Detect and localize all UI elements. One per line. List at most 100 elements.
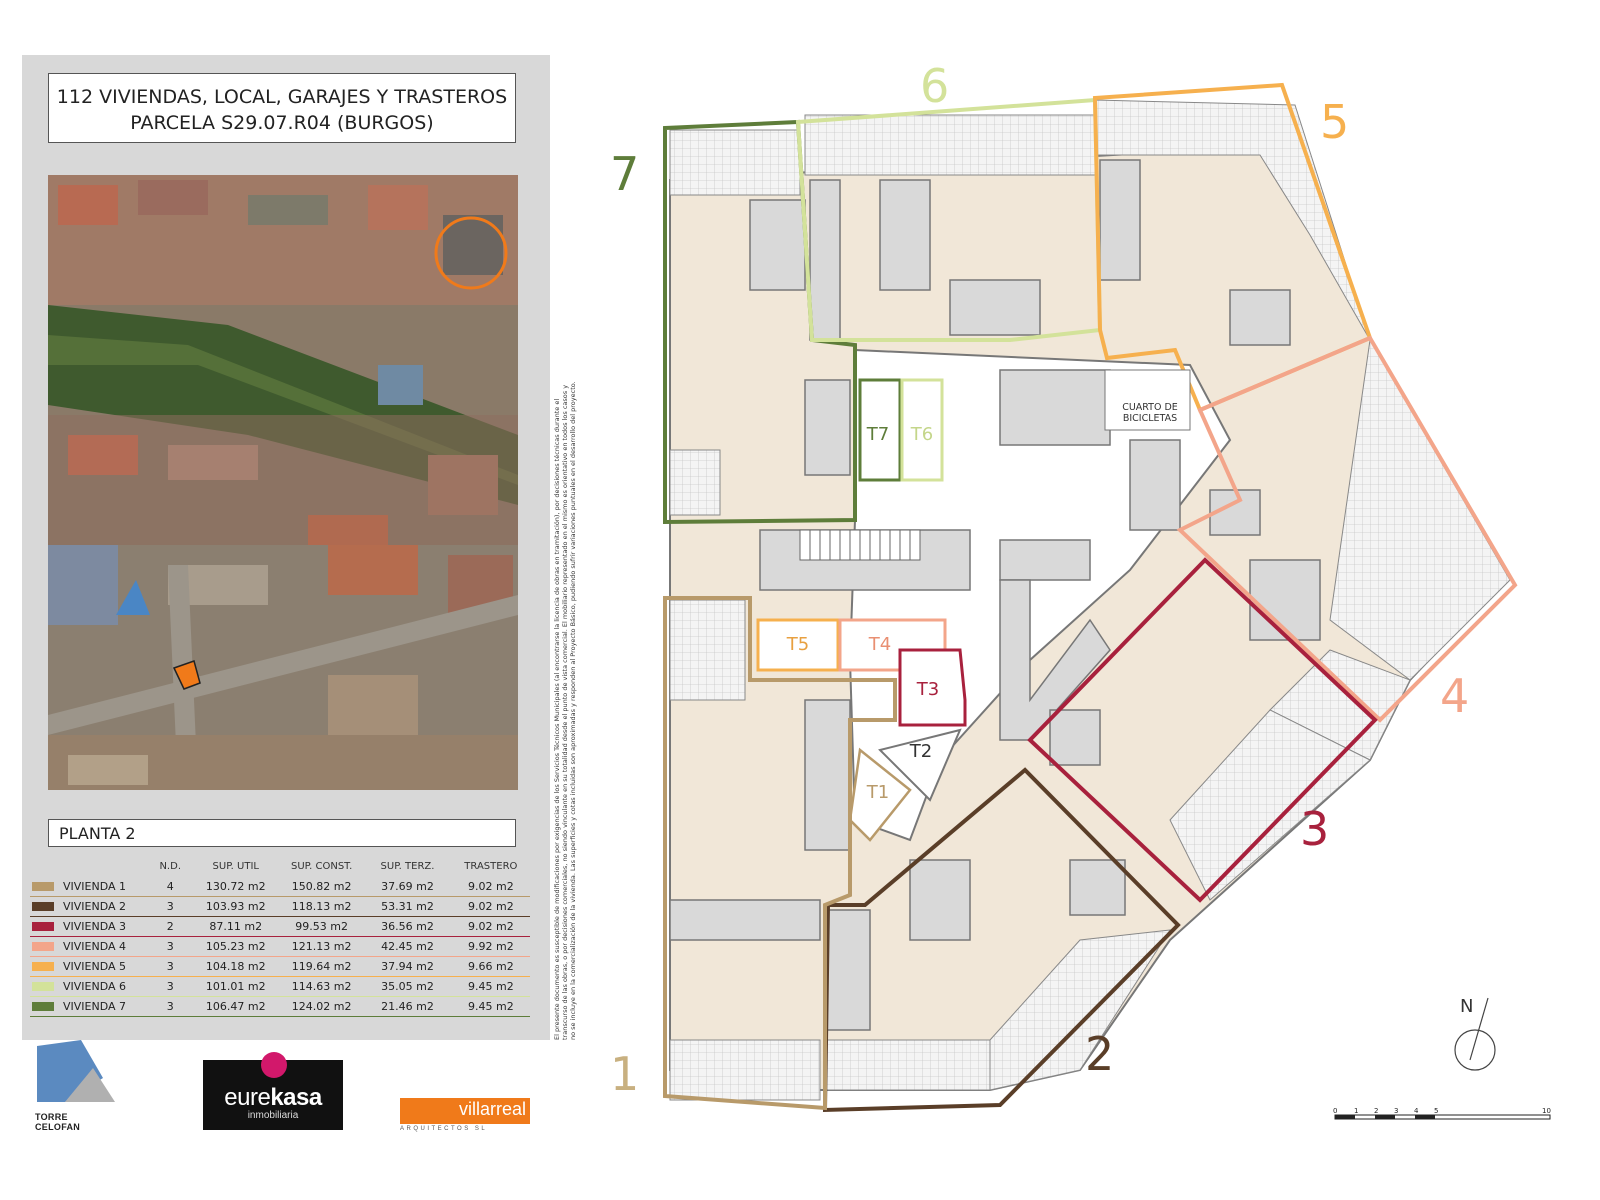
header-util: SUP. UTIL bbox=[212, 860, 259, 872]
unit-nd: 4 bbox=[148, 877, 192, 897]
villarreal-brand: villarreal bbox=[458, 1099, 526, 1119]
unit-trastero: 9.02 m2 bbox=[451, 896, 530, 917]
villarreal-logo: villarreal ARQUITECTOS SL bbox=[400, 1098, 530, 1132]
unit-name-text: VIVIENDA 7 bbox=[63, 1000, 127, 1013]
unit-number-7: 7 bbox=[610, 147, 639, 201]
scale-tick-4: 4 bbox=[1414, 1107, 1419, 1115]
unit-name: VIVIENDA 7 bbox=[30, 996, 149, 1017]
header-const: SUP. CONST. bbox=[290, 860, 353, 872]
unit-terz: 37.94 m2 bbox=[363, 956, 452, 977]
unit-util: 101.01 m2 bbox=[191, 976, 280, 997]
units-table: N.D. SUP. UTIL SUP. CONST. SUP. TERZ. TR… bbox=[30, 855, 530, 1017]
title-box: 112 VIVIENDAS, LOCAL, GARAJES Y TRASTERO… bbox=[48, 73, 516, 143]
title-line-1: 112 VIVIENDAS, LOCAL, GARAJES Y TRASTERO… bbox=[56, 86, 508, 108]
storage-label-t2: T2 bbox=[909, 741, 932, 762]
unit-number-5: 5 bbox=[1320, 95, 1349, 149]
unit-util: 87.11 m2 bbox=[191, 916, 280, 937]
storage-label-t1: T1 bbox=[866, 782, 889, 803]
unit-number-4: 4 bbox=[1440, 669, 1469, 723]
unit-util: 105.23 m2 bbox=[191, 936, 280, 957]
unit-name: VIVIENDA 5 bbox=[30, 956, 149, 977]
unit-nd: 3 bbox=[148, 896, 192, 917]
unit-row: VIVIENDA 5 3 104.18 m2 119.64 m2 37.94 m2 9.6… bbox=[30, 956, 530, 977]
unit-terz: 21.46 m2 bbox=[363, 996, 452, 1017]
unit-color-swatch bbox=[32, 942, 54, 951]
eurekasa-logo: eurekasa inmobiliaria bbox=[203, 1052, 343, 1130]
unit-const: 119.64 m2 bbox=[279, 956, 364, 977]
eurekasa-brand-b: kasa bbox=[270, 1084, 322, 1111]
storage-label-t7: T7 bbox=[866, 424, 889, 445]
unit-terz: 37.69 m2 bbox=[363, 877, 452, 897]
unit-name-text: VIVIENDA 6 bbox=[63, 980, 127, 993]
scale-tick-1: 1 bbox=[1354, 1107, 1358, 1115]
unit-const: 121.13 m2 bbox=[279, 936, 364, 957]
eurekasa-brand-a: eure bbox=[224, 1084, 271, 1111]
scale-tick-0: 0 bbox=[1333, 1107, 1337, 1115]
unit-name: VIVIENDA 3 bbox=[30, 916, 149, 937]
header-nd: N.D. bbox=[159, 860, 181, 872]
unit-name-text: VIVIENDA 4 bbox=[63, 940, 127, 953]
disclaimer-text: El presente documento es susceptible de … bbox=[553, 381, 577, 1040]
unit-number-6: 6 bbox=[920, 60, 949, 113]
unit-name-text: VIVIENDA 5 bbox=[63, 960, 127, 973]
unit-trastero: 9.02 m2 bbox=[451, 916, 530, 937]
unit-nd: 3 bbox=[148, 956, 192, 977]
unit-color-swatch bbox=[32, 1002, 54, 1011]
unit-name-text: VIVIENDA 1 bbox=[63, 880, 127, 893]
unit-trastero: 9.45 m2 bbox=[451, 996, 530, 1017]
villarreal-sub: ARQUITECTOS SL bbox=[400, 1126, 488, 1132]
title-line-2: PARCELA S29.07.R04 (BURGOS) bbox=[130, 112, 434, 134]
aerial-map bbox=[48, 175, 518, 790]
unit-color-swatch bbox=[32, 922, 54, 931]
disclaimer-text-wrap: El presente documento es susceptible de … bbox=[553, 380, 577, 1040]
scale-bar: 0 1 2 3 4 5 10 bbox=[1333, 1107, 1551, 1120]
torre-celofan-logo: TORRE CELOFAN bbox=[35, 1040, 115, 1132]
scale-tick-5: 5 bbox=[1434, 1107, 1438, 1115]
stairs bbox=[799, 529, 921, 561]
scale-tick-3: 3 bbox=[1394, 1107, 1398, 1115]
unit-color-swatch bbox=[32, 882, 54, 891]
unit-row: VIVIENDA 7 3 106.47 m2 124.02 m2 21.46 m2 9.4… bbox=[30, 996, 530, 1017]
north-label: N bbox=[1460, 996, 1473, 1017]
header-trastero: TRASTERO bbox=[464, 860, 518, 872]
unit-const: 114.63 m2 bbox=[279, 976, 364, 997]
unit-terz: 36.56 m2 bbox=[363, 916, 452, 937]
unit-const: 124.02 m2 bbox=[279, 996, 364, 1017]
unit-row: VIVIENDA 2 3 103.93 m2 118.13 m2 53.31 m2 9.0… bbox=[30, 896, 530, 917]
unit-name: VIVIENDA 2 bbox=[30, 896, 149, 917]
unit-terz: 35.05 m2 bbox=[363, 976, 452, 997]
unit-terz: 53.31 m2 bbox=[363, 896, 452, 917]
unit-trastero: 9.45 m2 bbox=[451, 976, 530, 997]
unit-nd: 3 bbox=[148, 976, 192, 997]
unit-util: 130.72 m2 bbox=[191, 877, 280, 897]
storage-label-t4: T4 bbox=[868, 634, 891, 655]
unit-util: 103.93 m2 bbox=[191, 896, 280, 917]
unit-name: VIVIENDA 6 bbox=[30, 976, 149, 997]
unit-util: 106.47 m2 bbox=[191, 996, 280, 1017]
eurekasa-drop-icon bbox=[261, 1052, 287, 1078]
storage-label-t6: T6 bbox=[910, 424, 933, 445]
storage-label-t5: T5 bbox=[786, 634, 809, 655]
unit-number-2: 2 bbox=[1085, 1027, 1114, 1081]
bike-room-label-1: CUARTO DE bbox=[1122, 402, 1178, 413]
storage-label-t3: T3 bbox=[916, 679, 939, 700]
svg-text:CUARTO DEBICICLETAS: CUARTO DE BICICLETAS bbox=[1122, 402, 1178, 424]
unit-util: 104.18 m2 bbox=[191, 956, 280, 977]
unit-nd: 2 bbox=[148, 916, 192, 937]
unit-name: VIVIENDA 4 bbox=[30, 936, 149, 957]
unit-const: 118.13 m2 bbox=[279, 896, 364, 917]
unit-color-swatch bbox=[32, 962, 54, 971]
scale-tick-2: 2 bbox=[1374, 1107, 1378, 1115]
unit-number-1: 1 bbox=[610, 1047, 639, 1101]
info-panel: 112 VIVIENDAS, LOCAL, GARAJES Y TRASTERO… bbox=[22, 55, 550, 1040]
unit-terz: 42.45 m2 bbox=[363, 936, 452, 957]
unit-name: VIVIENDA 1 bbox=[30, 877, 149, 897]
unit-row: VIVIENDA 1 4 130.72 m2 150.82 m2 37.69 m2 9.0… bbox=[30, 877, 530, 897]
scale-tick-10: 10 bbox=[1542, 1107, 1551, 1115]
eurekasa-brand: eurekasa bbox=[203, 1084, 343, 1112]
unit-row: VIVIENDA 4 3 105.23 m2 121.13 m2 42.45 m2 9.9… bbox=[30, 936, 530, 957]
unit-number-3: 3 bbox=[1300, 802, 1329, 856]
header-blank bbox=[30, 855, 149, 877]
unit-trastero: 9.66 m2 bbox=[451, 956, 530, 977]
unit-color-swatch bbox=[32, 982, 54, 991]
